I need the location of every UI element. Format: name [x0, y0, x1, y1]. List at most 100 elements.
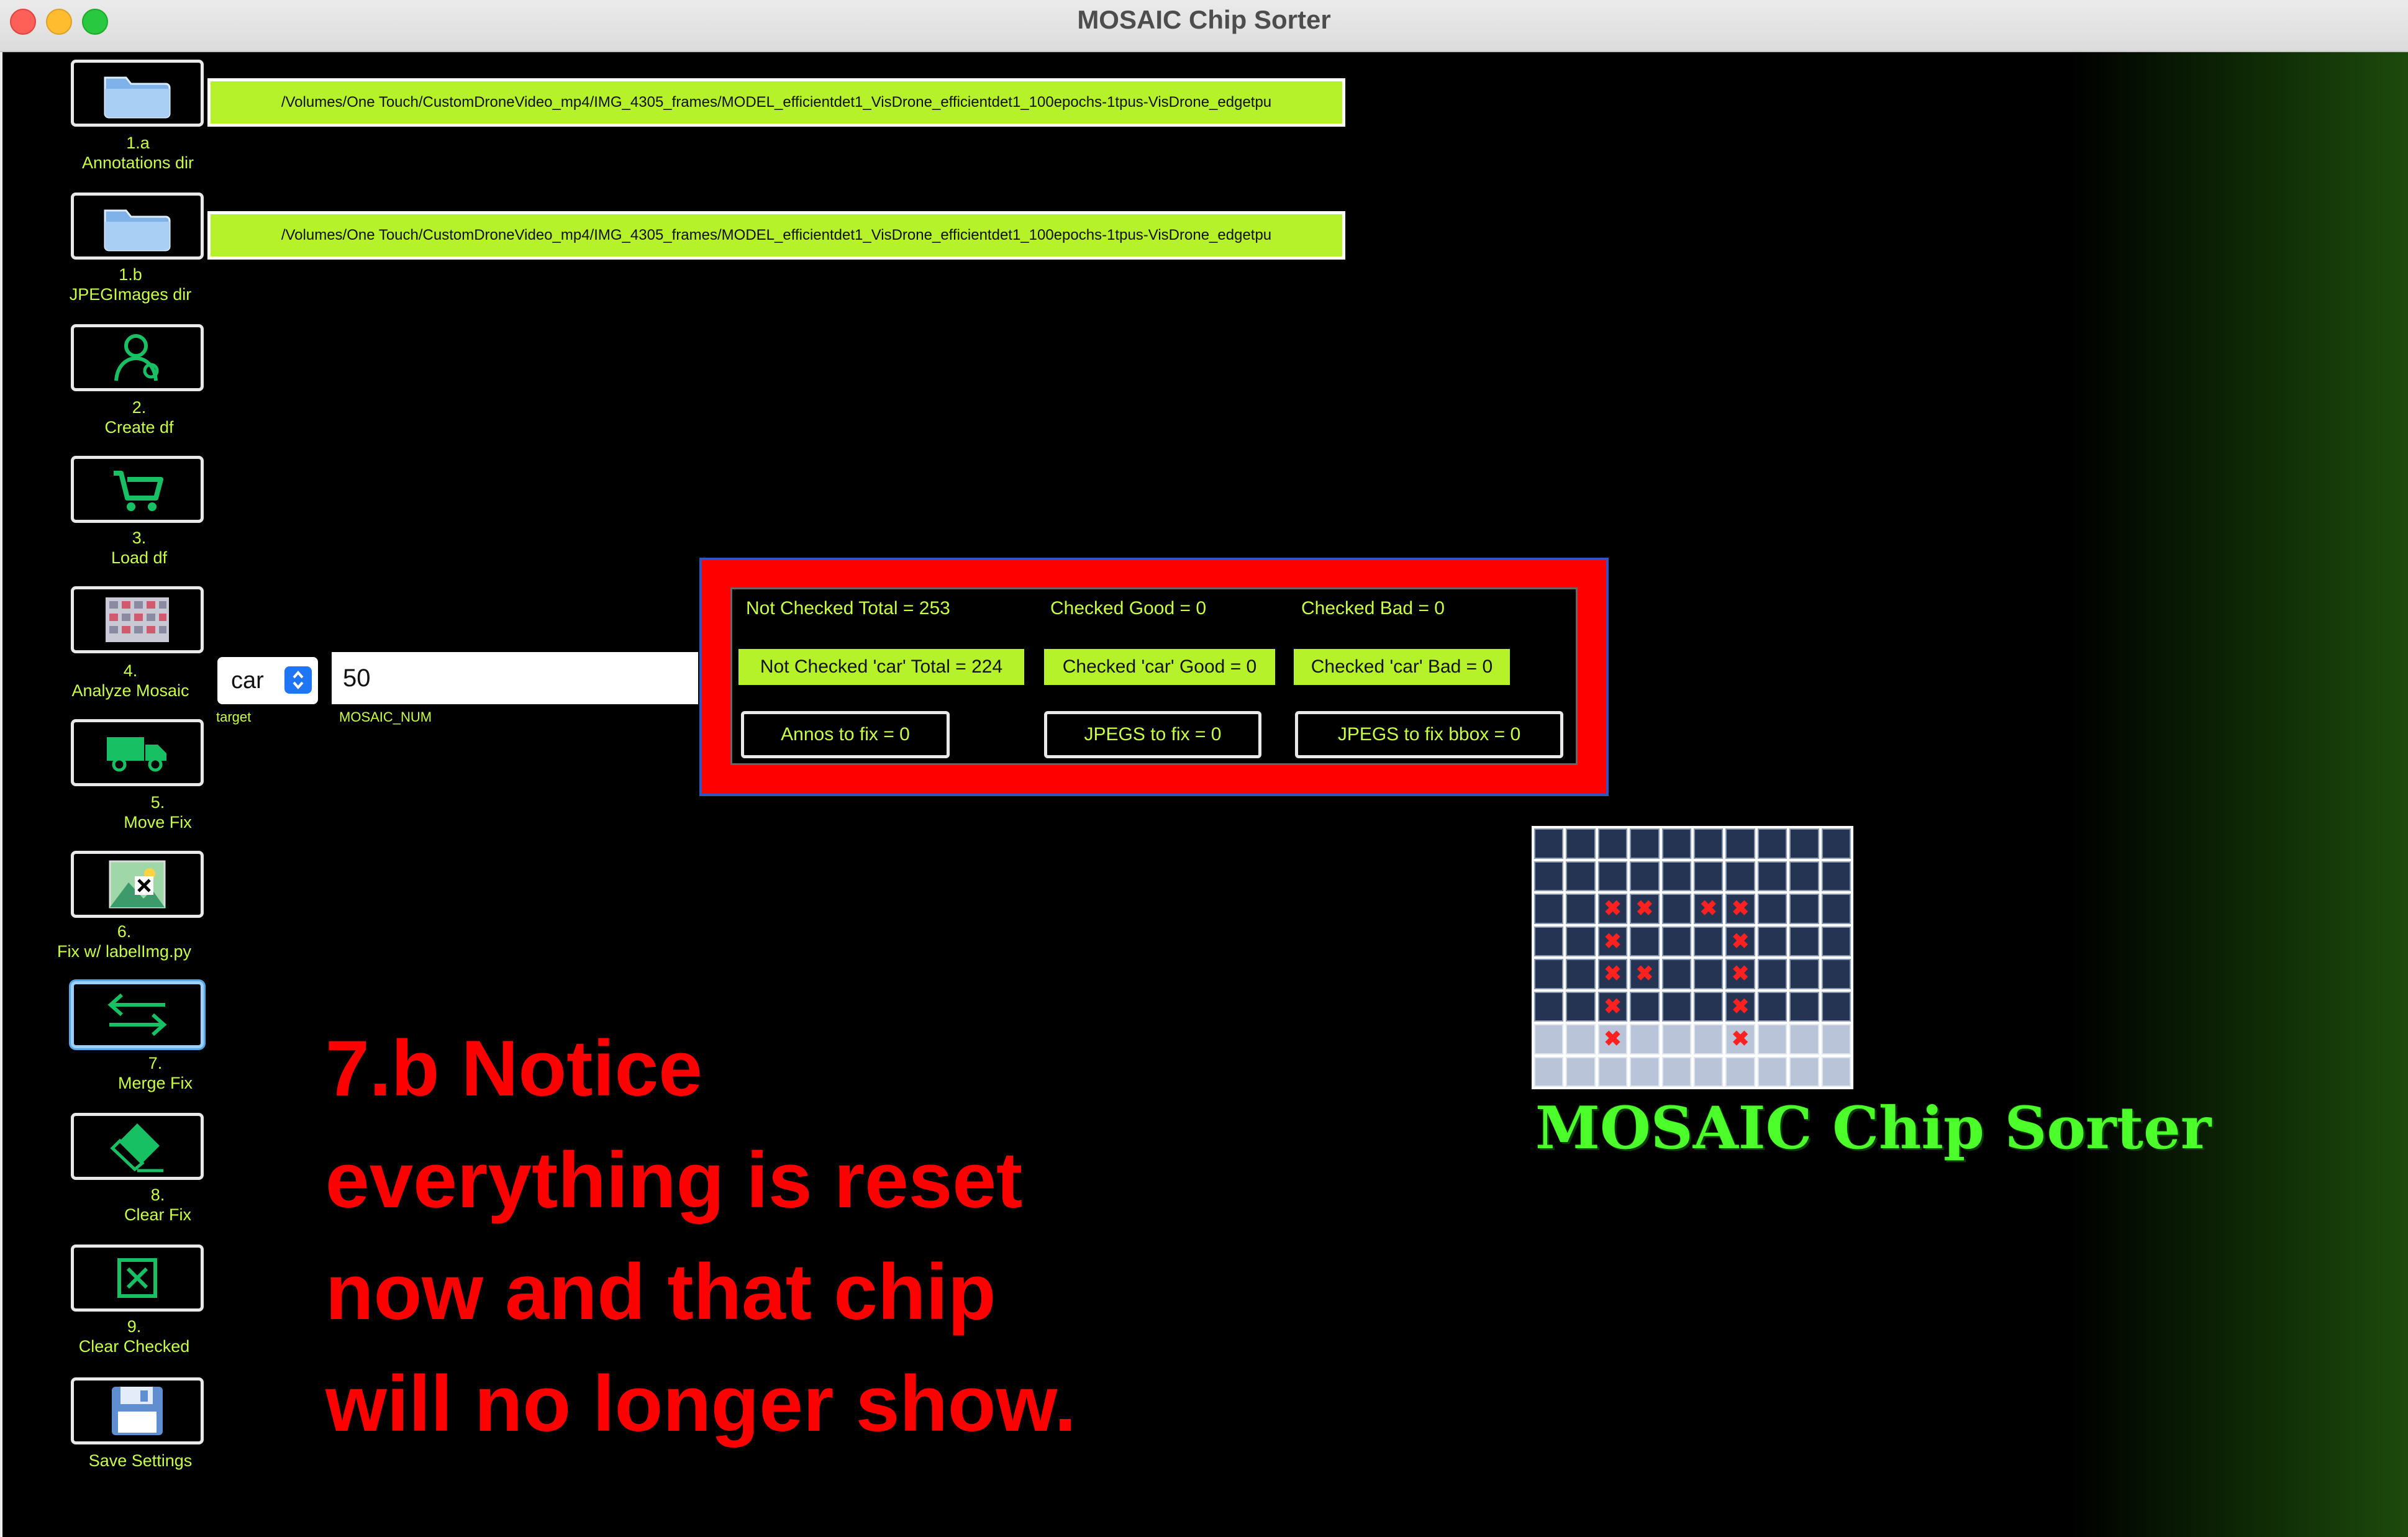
target-select[interactable]: car — [217, 657, 318, 704]
mosaic-tile — [1725, 861, 1755, 891]
step-label: Merge Fix — [117, 1074, 193, 1092]
mosaic-tile — [1757, 1056, 1788, 1087]
mosaic-tile — [1566, 828, 1596, 859]
checkbox-x-icon — [117, 1258, 157, 1298]
load-df-label: 3. Load df — [46, 528, 232, 568]
step-label: Load df — [111, 548, 168, 567]
step-number: 6. — [117, 922, 132, 941]
notice-line: everything is reset — [325, 1136, 1023, 1224]
merge-fix-button[interactable] — [71, 981, 204, 1048]
person-icon — [114, 334, 159, 381]
step-label: Fix w/ labelImg.py — [57, 942, 192, 961]
mosaic-tile — [1630, 1024, 1660, 1054]
mosaic-tile — [1789, 861, 1819, 891]
mosaic-tile — [1534, 861, 1564, 891]
mosaic-tile — [1661, 894, 1691, 924]
mosaic-tile — [1566, 861, 1596, 891]
create-df-button[interactable] — [71, 324, 204, 391]
select-arrows-icon — [284, 666, 312, 694]
notice-line: will no longer show. — [325, 1359, 1076, 1448]
mosaic-tile — [1566, 1056, 1596, 1087]
mosaic-tile — [1597, 861, 1628, 891]
move-fix-button[interactable] — [71, 719, 204, 786]
mosaic-tile — [1661, 1024, 1691, 1054]
app-content: 1.a Annotations dir /Volumes/One Touch/C… — [2, 52, 2408, 1537]
mosaic-tile — [1630, 991, 1660, 1022]
cart-icon — [114, 471, 163, 511]
step-label: Clear Fix — [124, 1205, 191, 1224]
fix-labelimg-button[interactable] — [71, 851, 204, 918]
save-settings-button[interactable] — [71, 1377, 204, 1444]
step-number: 2. — [132, 398, 147, 417]
mosaic-tile — [1534, 1056, 1564, 1087]
swap-arrows-icon — [107, 993, 167, 1036]
mosaic-tile — [1725, 926, 1755, 956]
mosaic-tile — [1534, 828, 1564, 859]
mosaic-tile — [1566, 959, 1596, 989]
mosaic-tile — [1725, 1024, 1755, 1054]
mosaic-tile — [1630, 894, 1660, 924]
load-df-button[interactable] — [71, 456, 204, 523]
jpegimages-dir-button[interactable] — [71, 193, 204, 260]
target-label: target — [216, 709, 252, 725]
mosaic-tile — [1630, 861, 1660, 891]
mosaic-tile — [1694, 828, 1724, 859]
mosaic-tile — [1757, 991, 1788, 1022]
annos-to-fix-button[interactable]: Annos to fix = 0 — [741, 711, 950, 758]
mosaic-tile — [1725, 828, 1755, 859]
mosaic-tile — [1661, 991, 1691, 1022]
mosaic-tile — [1789, 926, 1819, 956]
step-label: Clear Checked — [78, 1337, 190, 1356]
eraser-icon — [110, 1123, 163, 1172]
mosaic-tile — [1566, 1024, 1596, 1054]
mosaic-tile — [1694, 894, 1724, 924]
merge-fix-label: 7. Merge Fix — [62, 1053, 248, 1093]
mosaic-tile — [1821, 1024, 1851, 1054]
jpegs-to-fix-button[interactable]: JPEGS to fix = 0 — [1044, 711, 1261, 758]
mosaic-tile — [1661, 959, 1691, 989]
mosaic-tile — [1630, 828, 1660, 859]
mosaic-num-input[interactable]: 50 — [332, 652, 698, 704]
truck-icon — [107, 737, 166, 772]
analyze-mosaic-button[interactable] — [71, 586, 204, 653]
stats-panel: Not Checked Total = 253 Checked Good = 0… — [699, 558, 1609, 796]
mosaic-tile — [1694, 1056, 1724, 1087]
mosaic-tile — [1725, 1056, 1755, 1087]
step-number: 4. — [123, 661, 138, 680]
step-label: JPEGImages dir — [69, 285, 192, 304]
mosaic-tile — [1725, 959, 1755, 989]
jpegimages-dir-path[interactable]: /Volumes/One Touch/CustomDroneVideo_mp4/… — [207, 211, 1345, 260]
mosaic-tile — [1534, 894, 1564, 924]
checked-car-bad: Checked 'car' Bad = 0 — [1294, 649, 1510, 685]
mosaic-tile — [1630, 959, 1660, 989]
step-label: Save Settings — [88, 1451, 193, 1470]
mosaic-tile — [1630, 926, 1660, 956]
mosaic-tile — [1789, 959, 1819, 989]
mosaic-logo-image — [1532, 826, 1853, 1089]
mosaic-tile — [1694, 1024, 1724, 1054]
clear-checked-button[interactable] — [71, 1245, 204, 1312]
mosaic-tile — [1821, 894, 1851, 924]
notice-line: now and that chip — [325, 1248, 996, 1336]
mosaic-tile — [1821, 828, 1851, 859]
annotations-dir-path[interactable]: /Volumes/One Touch/CustomDroneVideo_mp4/… — [207, 78, 1345, 127]
mosaic-tile — [1597, 959, 1628, 989]
mosaic-tile — [1757, 1024, 1788, 1054]
step-number: 8. — [150, 1186, 165, 1204]
checked-car-good: Checked 'car' Good = 0 — [1044, 649, 1275, 685]
notice-annotation: 7.b Notice everything is reset now and t… — [325, 1012, 1257, 1459]
folder-icon — [104, 209, 171, 252]
mosaic-tile — [1789, 1024, 1819, 1054]
mosaic-tile — [1725, 991, 1755, 1022]
step-number: 3. — [132, 528, 147, 547]
annotations-dir-label: 1.a Annotations dir — [45, 133, 231, 173]
mosaic-tile — [1789, 828, 1819, 859]
mosaic-num-label: MOSAIC_NUM — [339, 709, 432, 725]
step-label: Create df — [104, 418, 174, 437]
annotations-dir-button[interactable] — [71, 60, 204, 127]
jpegs-to-fix-bbox-button[interactable]: JPEGS to fix bbox = 0 — [1295, 711, 1563, 758]
save-settings-label: Save Settings — [47, 1451, 234, 1471]
target-select-value: car — [231, 667, 264, 694]
clear-fix-button[interactable] — [71, 1113, 204, 1180]
mosaic-tile — [1597, 894, 1628, 924]
